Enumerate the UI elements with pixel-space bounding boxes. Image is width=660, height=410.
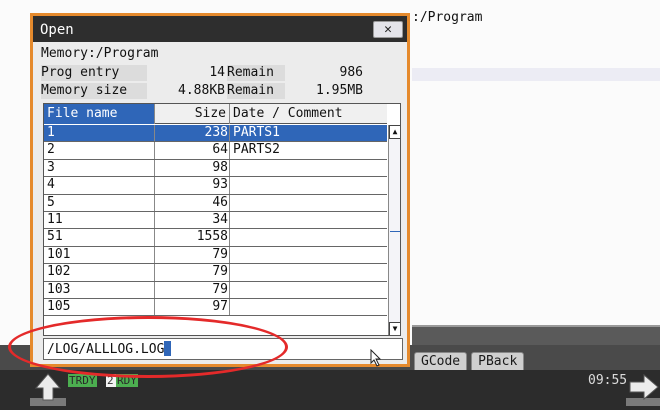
column-header-size[interactable]: Size — [155, 104, 230, 124]
cell-file-name: 102 — [44, 264, 155, 281]
cell-file-name: 3 — [44, 159, 155, 177]
cell-size: 79 — [155, 281, 230, 298]
table-row[interactable]: 105 97 — [44, 298, 387, 317]
cell-size: 64 — [155, 142, 230, 159]
table-row[interactable]: 2 64 PARTS2 — [44, 142, 387, 160]
remain-memory-value: 1.95MB — [316, 83, 363, 98]
table-row[interactable]: 102 79 — [44, 264, 387, 282]
column-header-file-name[interactable]: File name — [44, 104, 155, 124]
remain-entries-value: 986 — [339, 65, 363, 80]
cell-file-name: 105 — [44, 298, 155, 316]
remain-label: Remain — [227, 65, 285, 81]
cell-file-name: 51 — [44, 229, 155, 246]
triangle-down-icon: ▼ — [392, 324, 398, 333]
table-row[interactable]: 101 79 — [44, 246, 387, 265]
cell-file-name: 2 — [44, 142, 155, 159]
prog-entry-value: 14 — [209, 65, 225, 80]
column-header-date-comment[interactable]: Date / Comment — [230, 104, 387, 124]
cell-date-comment — [230, 282, 387, 298]
cell-date-comment: PARTS2 — [233, 142, 280, 158]
cell-size: 79 — [155, 246, 230, 264]
cell-date-comment — [230, 160, 387, 176]
cell-date-comment — [230, 212, 387, 228]
cell-date-comment — [230, 195, 387, 211]
open-file-dialog: Open ✕ Memory:/Program Prog entry 14 Rem… — [30, 13, 410, 367]
arrow-right-icon[interactable] — [626, 372, 660, 406]
table-row[interactable]: 51 1558 — [44, 229, 387, 247]
mode-tabs: GCode PBack — [414, 352, 525, 371]
cell-date-comment — [230, 264, 387, 280]
cell-file-name: 4 — [44, 177, 155, 194]
tab-gcode[interactable]: GCode — [414, 352, 468, 371]
cell-date-comment — [230, 247, 387, 263]
prog-entry-label: Prog entry — [41, 65, 147, 81]
cell-size: 46 — [155, 194, 230, 211]
table-row[interactable]: 3 98 — [44, 159, 387, 178]
editor-status-bar — [412, 325, 660, 347]
clock: 09:55 — [588, 373, 628, 388]
cell-size: 93 — [155, 177, 230, 194]
cell-file-name: 103 — [44, 281, 155, 298]
triangle-up-icon: ▲ — [392, 127, 398, 136]
table-body: 1 238 PARTS1 2 64 PARTS2 3 98 4 93 5 46 11 34 51 1558 10… — [44, 125, 387, 317]
arrow-up-icon[interactable] — [30, 372, 68, 406]
editor-path-text: :/Program — [412, 10, 483, 25]
cell-size: 34 — [155, 211, 230, 229]
current-directory: Memory:/Program — [41, 46, 159, 61]
prog-entry-row: Prog entry 14 Remain 986 — [41, 65, 381, 81]
dialog-title-bar[interactable]: Open ✕ — [33, 16, 407, 42]
cell-size: 79 — [155, 264, 230, 281]
tab-pback[interactable]: PBack — [471, 352, 525, 371]
cell-size: 238 — [155, 125, 230, 142]
scroll-down-button[interactable]: ▼ — [389, 322, 400, 335]
table-row[interactable]: 11 34 — [44, 211, 387, 230]
status-badge-trdy: TRDY — [68, 374, 97, 387]
scroll-up-button[interactable]: ▲ — [389, 125, 400, 139]
cell-date-comment — [230, 299, 387, 315]
cell-file-name: 11 — [44, 211, 155, 229]
file-list-table: File name Size Date / Comment 1 238 PARTS1… — [43, 103, 401, 336]
scrollbar-thumb[interactable] — [390, 140, 400, 232]
memory-size-value: 4.88KB — [178, 83, 225, 98]
memory-size-row: Memory size 4.88KB Remain 1.95MB — [41, 83, 381, 99]
table-row[interactable]: 4 93 — [44, 177, 387, 195]
close-icon: ✕ — [384, 22, 392, 37]
close-button[interactable]: ✕ — [373, 21, 403, 38]
mouse-pointer-icon — [370, 348, 382, 371]
table-row[interactable]: 103 79 — [44, 281, 387, 299]
dialog-title: Open — [40, 22, 74, 38]
cell-file-name: 1 — [44, 125, 155, 142]
editor-cursor-line — [412, 68, 660, 81]
cell-size: 97 — [155, 298, 230, 316]
memory-size-label: Memory size — [41, 83, 147, 99]
cell-size: 1558 — [155, 229, 230, 246]
table-row[interactable]: 1 238 PARTS1 — [44, 125, 387, 143]
table-header: File name Size Date / Comment — [44, 104, 387, 124]
cell-date-comment — [230, 177, 387, 193]
cell-size: 98 — [155, 159, 230, 177]
remain-label: Remain — [227, 83, 285, 99]
cell-file-name: 5 — [44, 194, 155, 211]
cell-file-name: 101 — [44, 246, 155, 264]
cell-date-comment — [230, 229, 387, 245]
cell-date-comment: PARTS1 — [233, 125, 280, 140]
annotation-highlight-ellipse — [8, 316, 288, 378]
vertical-scrollbar[interactable]: ▲ ▼ — [388, 125, 400, 335]
table-row[interactable]: 5 46 — [44, 194, 387, 212]
